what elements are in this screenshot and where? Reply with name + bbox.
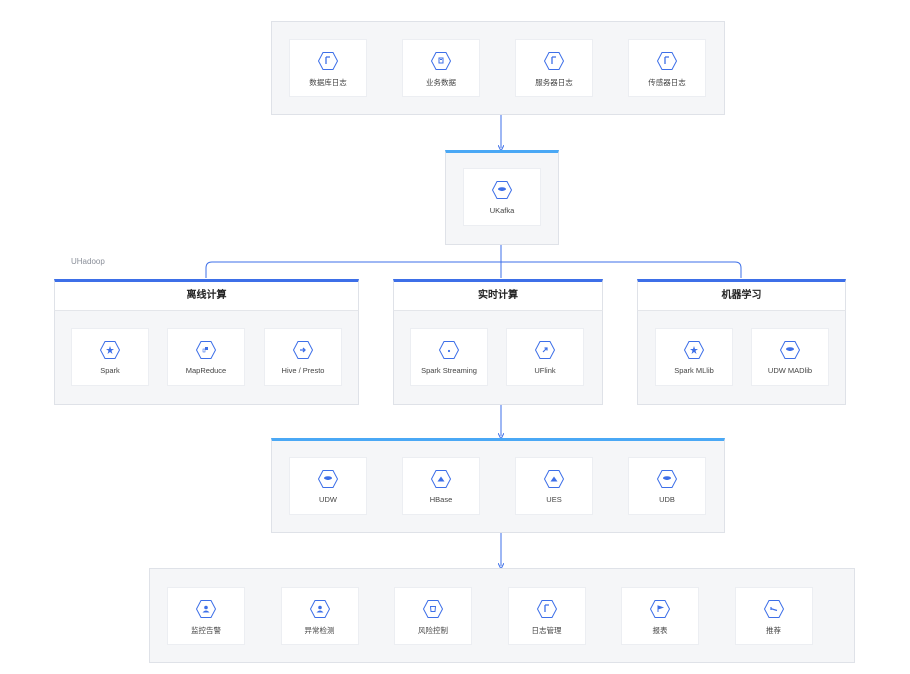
compute-card[interactable]: UFlink <box>506 328 584 386</box>
dot-icon <box>439 341 459 359</box>
app-card-label: 报表 <box>652 626 668 635</box>
storage-card[interactable]: HBase <box>402 457 480 515</box>
database-icon <box>780 341 800 359</box>
source-card-label: 数据库日志 <box>309 78 347 87</box>
database-icon <box>318 470 338 488</box>
flag-icon <box>650 600 670 618</box>
pen-icon <box>763 600 784 618</box>
app-card-label: 日志管理 <box>531 626 562 635</box>
user-icon <box>196 600 216 618</box>
storage-card-label: UDW <box>319 495 337 504</box>
section-title: 机器学习 <box>637 279 846 311</box>
app-card[interactable]: 推荐 <box>734 587 813 645</box>
database-icon <box>657 470 677 488</box>
source-card[interactable]: 传感器日志 <box>628 39 706 97</box>
compute-card[interactable]: Spark Streaming <box>410 328 488 386</box>
uhadoop-label: UHadoop <box>71 257 105 266</box>
compute-card[interactable]: Hive / Presto <box>264 328 342 386</box>
compute-card[interactable]: Spark <box>71 328 149 386</box>
app-card-label: 异常检测 <box>304 626 335 635</box>
app-card-label: 推荐 <box>766 626 781 635</box>
compute-card-label: Spark Streaming <box>421 366 477 375</box>
triangle-icon <box>431 470 451 488</box>
storage-card-label: UES <box>546 495 562 504</box>
compute-card-label: MapReduce <box>185 366 227 375</box>
source-card-label: 业务数据 <box>426 78 456 87</box>
app-card[interactable]: 报表 <box>621 587 699 645</box>
compute-card[interactable]: UDW MADlib <box>751 328 829 386</box>
section-title: 实时计算 <box>393 279 603 311</box>
app-card[interactable]: 风险控制 <box>394 587 472 645</box>
compute-card-label: UDW MADlib <box>767 366 813 375</box>
app-card[interactable]: 监控告警 <box>167 587 245 645</box>
compute-card-label: UFlink <box>534 366 556 375</box>
user-icon <box>309 600 330 618</box>
source-card[interactable]: 数据库日志 <box>289 39 367 97</box>
branch-kafka-to-sections <box>205 244 742 278</box>
compute-card[interactable]: Spark MLlib <box>655 328 733 386</box>
app-card-label: 监控告警 <box>191 626 221 635</box>
star-icon <box>684 341 704 359</box>
document-icon <box>657 52 677 70</box>
storage-card[interactable]: UDW <box>289 457 367 515</box>
triangle-icon <box>544 470 564 488</box>
source-card-label: 服务器日志 <box>535 78 573 87</box>
star-icon <box>100 341 120 359</box>
app-card[interactable]: 异常检测 <box>280 587 359 645</box>
storage-card[interactable]: UDB <box>628 457 706 515</box>
compute-card[interactable]: MapReduce <box>167 328 245 386</box>
filter-icon <box>423 600 443 618</box>
document-icon <box>536 600 557 618</box>
data-icon <box>431 52 451 70</box>
source-card-label: 传感器日志 <box>648 78 686 87</box>
arrow-right-icon <box>293 341 313 359</box>
compute-card-label: Spark MLlib <box>674 366 714 375</box>
app-card-label: 风险控制 <box>418 626 448 635</box>
app-card[interactable]: 日志管理 <box>507 587 586 645</box>
kafka-label: UKafka <box>489 206 515 215</box>
external-link-icon <box>535 341 555 359</box>
source-card[interactable]: 服务器日志 <box>515 39 593 97</box>
storage-card[interactable]: UES <box>515 457 593 515</box>
document-icon <box>318 52 338 70</box>
kafka-card[interactable]: UKafka <box>463 168 541 226</box>
storage-card-label: HBase <box>429 495 453 504</box>
compute-card-label: Hive / Presto <box>281 366 325 375</box>
compute-card-label: Spark <box>100 366 120 375</box>
document-icon <box>544 52 564 70</box>
storage-card-label: UDB <box>659 495 675 504</box>
blocks-icon <box>196 341 216 359</box>
source-card[interactable]: 业务数据 <box>402 39 480 97</box>
database-icon <box>492 181 512 199</box>
section-title: 离线计算 <box>54 279 359 311</box>
